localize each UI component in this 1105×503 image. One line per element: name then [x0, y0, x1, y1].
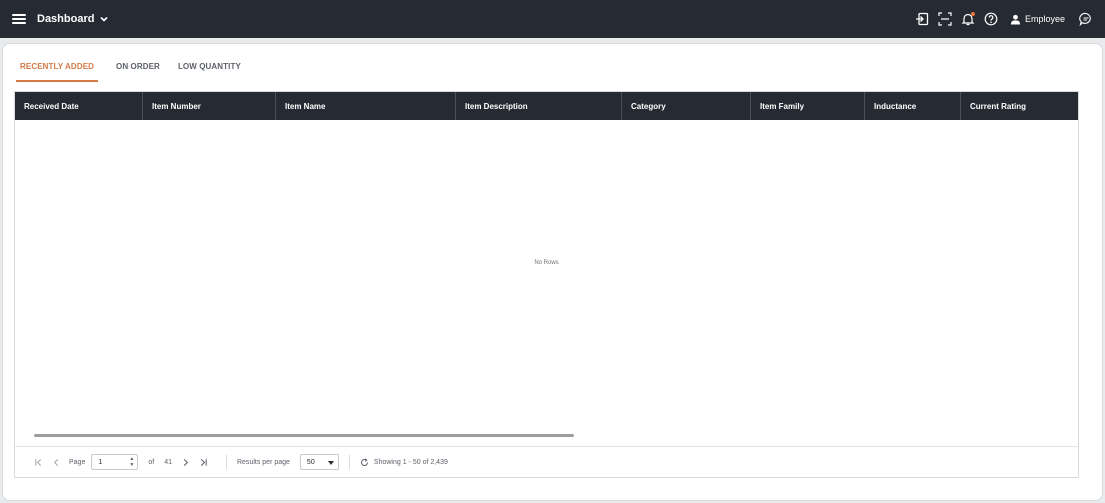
user-icon	[1010, 14, 1021, 25]
menu-icon[interactable]	[12, 14, 26, 24]
help-icon[interactable]	[984, 12, 998, 26]
page-stepper[interactable]: ▲ ▼	[129, 456, 135, 468]
horizontal-scrollbar[interactable]	[34, 434, 574, 437]
tab-bar: RECENTLY ADDED ON ORDER LOW QUANTITY	[16, 58, 250, 82]
total-pages: 41	[164, 458, 172, 466]
showing-count: Showing 1 - 50 of 2,439	[373, 458, 448, 466]
page-label: Page	[69, 458, 86, 466]
column-item-name[interactable]: Item Name	[276, 92, 456, 120]
login-icon[interactable]	[915, 12, 929, 26]
page-number-input[interactable]: 1 ▲ ▼	[91, 454, 139, 470]
last-page-button[interactable]	[198, 457, 208, 467]
column-received-date[interactable]: Received Date	[15, 92, 143, 120]
column-current-rating[interactable]: Current Rating	[961, 92, 1078, 120]
tab-low-quantity[interactable]: LOW QUANTITY	[178, 58, 241, 82]
chevron-down-icon	[100, 16, 109, 22]
user-menu[interactable]: Employee	[1010, 14, 1065, 25]
column-category[interactable]: Category	[622, 92, 751, 120]
empty-message: No Rows	[534, 260, 559, 266]
top-bar: Dashboard Employee	[0, 0, 1105, 38]
tab-recently-added[interactable]: RECENTLY ADDED	[16, 58, 99, 82]
prev-page-button[interactable]	[51, 457, 61, 467]
results-per-page-label: Results per page	[237, 458, 290, 466]
pager-divider	[226, 455, 227, 469]
dashboard-title: Dashboard	[37, 13, 95, 25]
data-grid: Received Date Item Number Item Name Item…	[14, 91, 1079, 478]
bell-icon[interactable]	[961, 12, 975, 26]
next-page-button[interactable]	[180, 457, 190, 467]
pager-divider	[348, 455, 350, 469]
table-header: Received Date Item Number Item Name Item…	[15, 92, 1078, 120]
pagination-bar: Page 1 ▲ ▼ of 41 Results per page 50 Show…	[14, 446, 1079, 478]
dashboard-dropdown[interactable]: Dashboard	[37, 13, 109, 25]
results-per-page-value: 50	[306, 458, 315, 466]
first-page-button[interactable]	[33, 457, 43, 467]
caret-down-icon	[327, 461, 334, 465]
column-item-description[interactable]: Item Description	[456, 92, 622, 120]
column-item-number[interactable]: Item Number	[143, 92, 276, 120]
user-label: Employee	[1024, 14, 1065, 24]
column-item-family[interactable]: Item Family	[751, 92, 865, 120]
scan-icon[interactable]	[938, 12, 952, 26]
notification-dot	[970, 12, 975, 16]
page-number-value: 1	[98, 458, 103, 466]
content-card: RECENTLY ADDED ON ORDER LOW QUANTITY Rec…	[2, 43, 1103, 501]
tab-on-order[interactable]: ON ORDER	[116, 58, 160, 82]
refresh-icon[interactable]	[360, 458, 369, 467]
column-inductance[interactable]: Inductance	[865, 92, 961, 120]
of-label: of	[148, 458, 155, 466]
results-per-page-select[interactable]: 50	[299, 454, 339, 470]
chat-icon[interactable]	[1079, 12, 1093, 26]
